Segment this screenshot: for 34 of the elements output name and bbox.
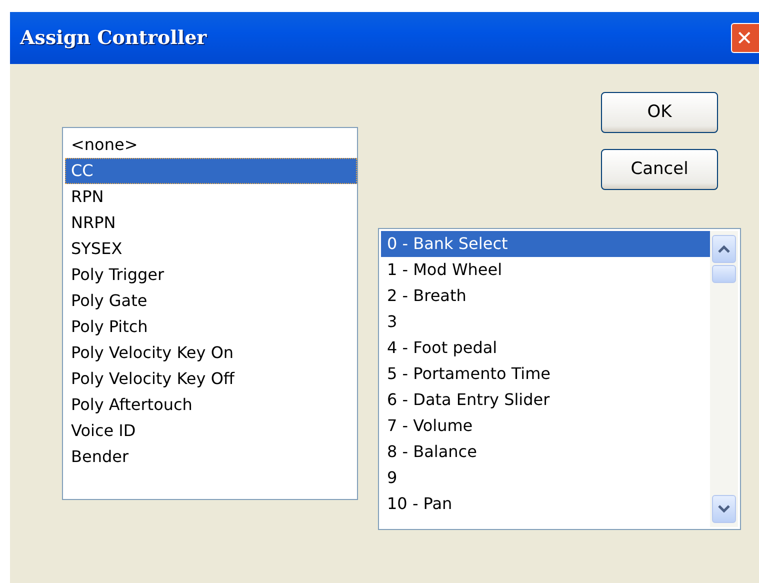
list-item[interactable]: <none> <box>65 132 357 158</box>
list-item[interactable]: 5 - Portamento Time <box>381 361 710 387</box>
close-button[interactable]: ✕ <box>731 23 759 53</box>
scroll-down-button[interactable] <box>712 495 736 523</box>
window-title: Assign Controller <box>20 26 207 51</box>
list-item[interactable]: Poly Velocity Key Off <box>65 366 357 392</box>
caret-down-icon <box>717 504 731 514</box>
list-item[interactable]: 7 - Volume <box>381 413 710 439</box>
list-item[interactable]: Bender <box>65 444 357 470</box>
list-item[interactable]: Poly Trigger <box>65 262 357 288</box>
list-item[interactable]: SYSEX <box>65 236 357 262</box>
ok-button[interactable]: OK <box>601 92 718 133</box>
list-item[interactable]: 8 - Balance <box>381 439 710 465</box>
caret-up-icon <box>717 244 731 254</box>
cancel-button[interactable]: Cancel <box>601 149 718 190</box>
list-item[interactable]: 6 - Data Entry Slider <box>381 387 710 413</box>
list-item[interactable]: 2 - Breath <box>381 283 710 309</box>
list-item[interactable]: 1 - Mod Wheel <box>381 257 710 283</box>
list-item[interactable]: RPN <box>65 184 357 210</box>
list-item[interactable]: Poly Gate <box>65 288 357 314</box>
list-item[interactable]: 9 <box>381 465 710 491</box>
list-item[interactable]: 10 - Pan <box>381 491 710 517</box>
scroll-thumb[interactable] <box>712 265 736 283</box>
list-item[interactable]: NRPN <box>65 210 357 236</box>
list-item[interactable]: 4 - Foot pedal <box>381 335 710 361</box>
list-item[interactable]: Poly Aftertouch <box>65 392 357 418</box>
scrollbar[interactable] <box>710 231 738 527</box>
list-item[interactable]: 3 <box>381 309 710 335</box>
scroll-up-button[interactable] <box>712 235 736 263</box>
list-item[interactable]: 0 - Bank Select <box>381 231 710 257</box>
list-item[interactable]: Voice ID <box>65 418 357 444</box>
list-item[interactable]: Poly Velocity Key On <box>65 340 357 366</box>
list-item[interactable]: Poly Pitch <box>65 314 357 340</box>
list-item[interactable]: CC <box>65 158 357 184</box>
